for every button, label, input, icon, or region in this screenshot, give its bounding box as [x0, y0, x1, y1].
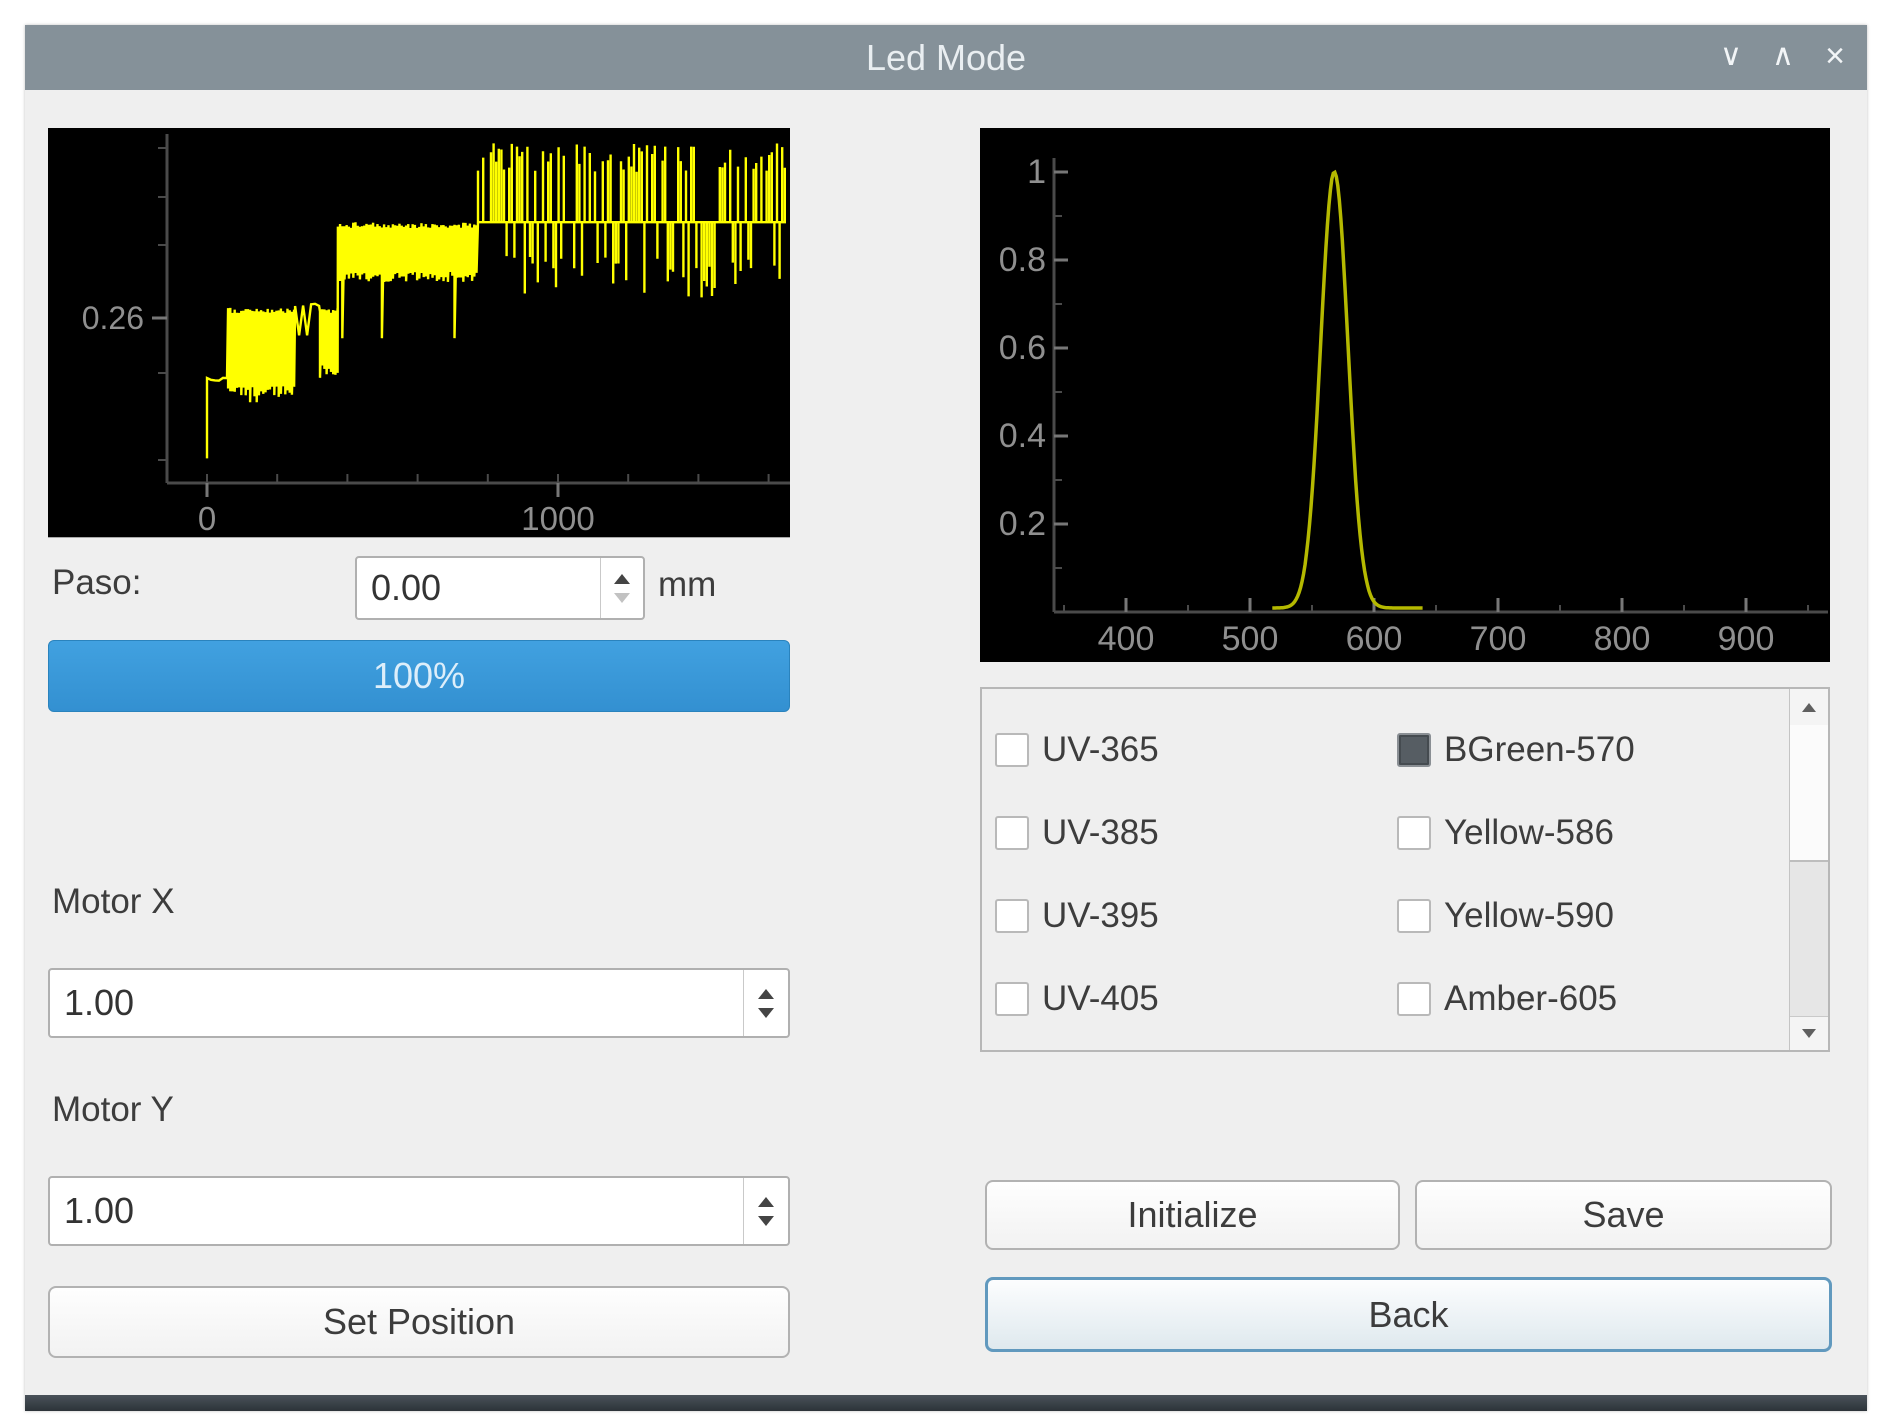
svg-text:0.26: 0.26: [82, 300, 144, 336]
led-checkbox-label: Yellow-590: [1444, 896, 1614, 936]
scan-chart-svg: 0.26 0 1000: [48, 128, 790, 537]
svg-text:500: 500: [1222, 620, 1279, 658]
spinner-up-icon[interactable]: [758, 989, 774, 999]
initialize-button[interactable]: Initialize: [985, 1180, 1400, 1250]
progress-bar: 100%: [48, 640, 790, 712]
close-button[interactable]: ×: [1809, 25, 1861, 90]
scroll-up-icon: [1802, 703, 1816, 712]
spinner-up-icon[interactable]: [614, 574, 630, 584]
svg-text:0.6: 0.6: [999, 329, 1046, 367]
led-mode-window: Led Mode ∨ ∧ × 0.26 0 1000 Paso: 0.00 mm 1…: [25, 25, 1867, 1411]
led-list: UV-365 UV-385 UV-395 UV-405 BGreen-570 Yellow…: [982, 689, 1828, 1050]
checkbox-unchecked[interactable]: [995, 899, 1029, 933]
desktop: Led Mode ∨ ∧ × 0.26 0 1000 Paso: 0.00 mm 1…: [0, 0, 1892, 1423]
led-checkbox-label: UV-385: [1042, 813, 1159, 853]
spinner-down-icon[interactable]: [758, 1216, 774, 1226]
svg-text:800: 800: [1594, 620, 1651, 658]
led-checkbox-item[interactable]: BGreen-570: [1397, 730, 1635, 770]
paso-value: 0.00: [371, 558, 441, 618]
motor-x-spinner[interactable]: [743, 970, 788, 1036]
scrollbar-up-button[interactable]: [1790, 689, 1828, 726]
scan-signal-series: [207, 143, 785, 458]
progress-label: 100%: [49, 641, 789, 711]
led-checkbox-item[interactable]: Yellow-590: [1397, 896, 1614, 936]
checkbox-unchecked[interactable]: [995, 816, 1029, 850]
checkbox-unchecked[interactable]: [1397, 816, 1431, 850]
unshade-button[interactable]: ∧: [1757, 25, 1809, 90]
svg-text:0.2: 0.2: [999, 505, 1046, 543]
back-label: Back: [1368, 1294, 1448, 1336]
led-checkbox-item[interactable]: UV-385: [995, 813, 1159, 853]
back-button[interactable]: Back: [985, 1277, 1832, 1352]
close-icon: ×: [1825, 37, 1845, 75]
spinner-up-icon[interactable]: [758, 1197, 774, 1207]
titlebar[interactable]: Led Mode ∨ ∧ ×: [25, 25, 1867, 90]
paso-label: Paso:: [52, 563, 142, 603]
scroll-down-icon: [1802, 1029, 1816, 1038]
led-checkbox-label: UV-405: [1042, 979, 1159, 1019]
svg-text:1: 1: [1027, 153, 1046, 191]
spectrum-series: [1272, 172, 1422, 608]
led-checkbox-item[interactable]: UV-395: [995, 896, 1159, 936]
motor-y-spinbox[interactable]: 1.00: [48, 1176, 790, 1246]
led-checkbox-label: UV-395: [1042, 896, 1159, 936]
motor-y-value: 1.00: [64, 1178, 134, 1244]
spinner-down-icon[interactable]: [758, 1008, 774, 1018]
window-bottom-strip: [25, 1395, 1867, 1411]
svg-text:0.4: 0.4: [999, 417, 1046, 455]
svg-text:0.8: 0.8: [999, 241, 1046, 279]
svg-text:400: 400: [1098, 620, 1155, 658]
checkbox-unchecked[interactable]: [995, 733, 1029, 767]
led-panel-scrollbar[interactable]: [1789, 689, 1828, 1050]
checkbox-unchecked[interactable]: [1397, 899, 1431, 933]
checkbox-checked[interactable]: [1397, 733, 1431, 767]
svg-text:900: 900: [1718, 620, 1775, 658]
paso-spinner[interactable]: [600, 558, 643, 618]
spectrum-chart: 0.2 0.4 0.6 0.8 1 400 500 600 700 800 900: [980, 128, 1830, 662]
set-position-button[interactable]: Set Position: [48, 1286, 790, 1358]
motor-x-value: 1.00: [64, 970, 134, 1036]
checkbox-unchecked[interactable]: [1397, 982, 1431, 1016]
shade-button[interactable]: ∨: [1705, 25, 1757, 90]
motor-y-label: Motor Y: [52, 1090, 174, 1130]
motor-x-label: Motor X: [52, 882, 175, 922]
scrollbar-down-button[interactable]: [1790, 1016, 1828, 1050]
scrollbar-track[interactable]: [1790, 862, 1828, 1017]
svg-text:0: 0: [198, 500, 216, 537]
chevron-up-icon: ∧: [1772, 39, 1794, 72]
spectrum-chart-svg: 0.2 0.4 0.6 0.8 1 400 500 600 700 800 900: [980, 128, 1830, 662]
motor-x-spinbox[interactable]: 1.00: [48, 968, 790, 1038]
spinner-down-icon[interactable]: [614, 593, 630, 603]
chevron-down-icon: ∨: [1720, 39, 1742, 72]
save-button[interactable]: Save: [1415, 1180, 1832, 1250]
led-checkbox-label: Yellow-586: [1444, 813, 1614, 853]
led-checkbox-item[interactable]: UV-405: [995, 979, 1159, 1019]
led-checkbox-label: Amber-605: [1444, 979, 1617, 1019]
paso-unit-label: mm: [658, 565, 716, 605]
led-checkbox-item[interactable]: UV-365: [995, 730, 1159, 770]
svg-text:1000: 1000: [521, 500, 594, 537]
checkbox-unchecked[interactable]: [995, 982, 1029, 1016]
paso-spinbox[interactable]: 0.00: [355, 556, 645, 620]
led-panel: UV-365 UV-385 UV-395 UV-405 BGreen-570 Yellow…: [980, 687, 1830, 1052]
led-checkbox-item[interactable]: Yellow-586: [1397, 813, 1614, 853]
motor-y-spinner[interactable]: [743, 1178, 788, 1244]
svg-text:700: 700: [1470, 620, 1527, 658]
scrollbar-thumb[interactable]: [1790, 725, 1828, 862]
window-title: Led Mode: [25, 25, 1867, 90]
save-label: Save: [1582, 1194, 1664, 1236]
led-checkbox-label: UV-365: [1042, 730, 1159, 770]
set-position-label: Set Position: [323, 1301, 515, 1343]
scan-chart: 0.26 0 1000: [48, 128, 790, 538]
led-checkbox-label: BGreen-570: [1444, 730, 1635, 770]
initialize-label: Initialize: [1127, 1194, 1257, 1236]
led-checkbox-item[interactable]: Amber-605: [1397, 979, 1617, 1019]
svg-text:600: 600: [1346, 620, 1403, 658]
